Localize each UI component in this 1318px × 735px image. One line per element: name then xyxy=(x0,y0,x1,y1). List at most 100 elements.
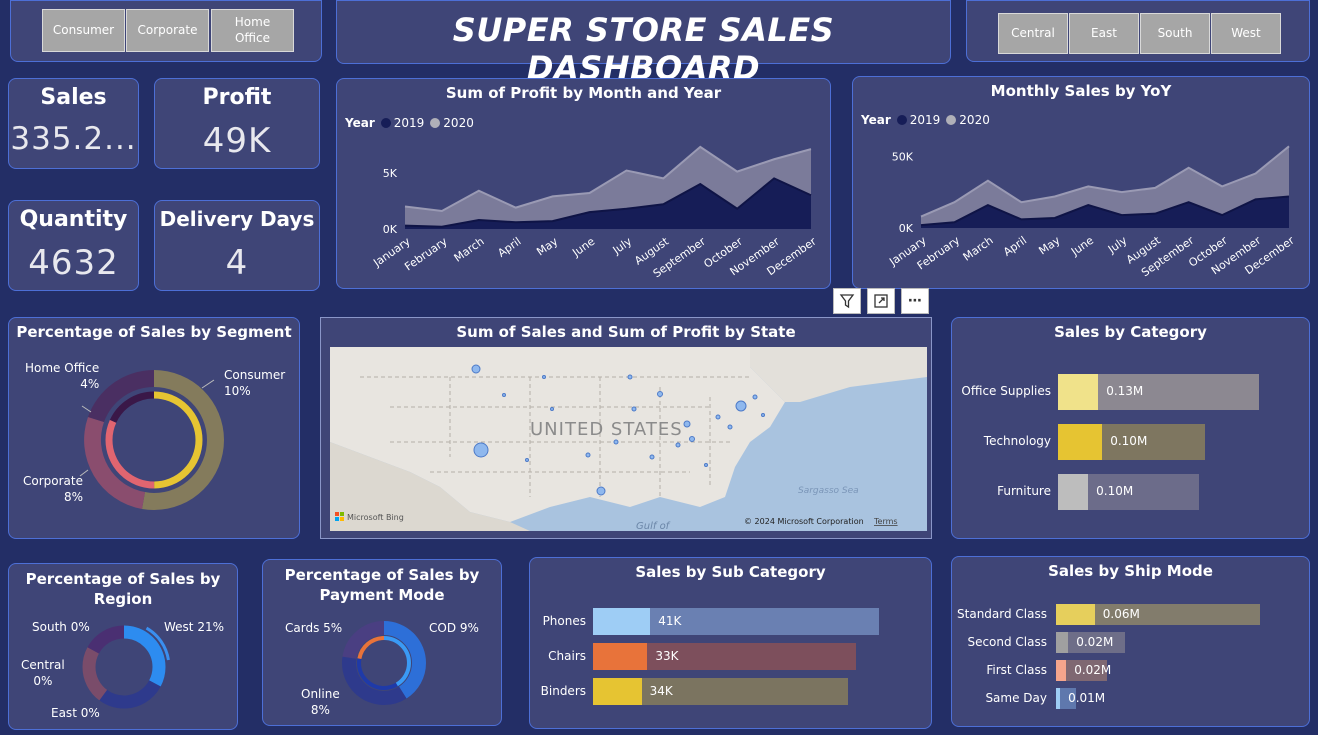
subcategory-chart-title: Sales by Sub Category xyxy=(635,563,826,581)
kpi-delivery-value: 4 xyxy=(225,243,249,283)
map-bubble[interactable] xyxy=(471,364,481,374)
bar-fill[interactable] xyxy=(593,643,648,670)
map-bing-label: Microsoft Bing xyxy=(347,513,404,522)
bar-category-label: Second Class xyxy=(967,634,1047,649)
region-west-button[interactable]: West xyxy=(1211,13,1281,54)
bar-value-label: 0.02M xyxy=(1074,662,1112,677)
segment-donut-chart xyxy=(79,370,224,511)
bar-category-label: Technology xyxy=(983,434,1051,448)
map-bubble[interactable] xyxy=(585,452,591,458)
map-bubble[interactable] xyxy=(473,442,489,458)
filter-icon[interactable] xyxy=(833,288,861,314)
segment-corporate-button[interactable]: Corporate xyxy=(126,9,209,52)
map-country-label: UNITED STATES xyxy=(530,419,683,440)
focus-mode-icon[interactable] xyxy=(867,288,895,314)
segment-home-office-button[interactable]: Home Office xyxy=(211,9,294,52)
region-south-button[interactable]: South xyxy=(1140,13,1210,54)
x-tick-label: April xyxy=(1001,234,1029,259)
bar-value-label: 41K xyxy=(658,613,682,628)
region-label-south: South 0% xyxy=(32,620,90,634)
bar-value-label: 0.10M xyxy=(1096,484,1134,498)
map-bubble[interactable] xyxy=(631,406,637,412)
bar-fill[interactable] xyxy=(1058,374,1099,410)
segment-leader-line xyxy=(81,405,92,413)
sales-by-shipmode-panel: Sales by Ship Mode Standard Class 0.06M Se… xyxy=(951,556,1310,727)
bar-category-label: Same Day xyxy=(985,690,1047,705)
kpi-quantity-value: 4632 xyxy=(28,243,119,283)
map-bubble[interactable] xyxy=(613,439,619,445)
bar-fill[interactable] xyxy=(1056,688,1061,709)
bar-fill[interactable] xyxy=(1058,474,1089,510)
map-bubble[interactable] xyxy=(596,486,606,496)
kpi-sales-card: Sales 335.2... xyxy=(8,78,139,169)
y-tick-label: 5K xyxy=(383,167,398,180)
map-bubble[interactable] xyxy=(525,458,529,462)
state-map-panel[interactable]: Sum of Sales and Sum of Profit by State … xyxy=(320,317,932,539)
x-tick-label: July xyxy=(610,235,635,258)
y-tick-label: 50K xyxy=(892,150,914,163)
segment-donut-panel: Percentage of Sales by Segment Consumer 1… xyxy=(8,317,300,539)
map-bubble[interactable] xyxy=(683,420,691,428)
region-donut-chart xyxy=(77,620,171,714)
bar-value-label: 0.10M xyxy=(1110,434,1148,448)
map-bubble[interactable] xyxy=(735,400,747,412)
region-label-central: Central 0% xyxy=(21,658,65,688)
kpi-profit-value: 49K xyxy=(202,121,272,161)
x-tick-label: March xyxy=(452,235,487,265)
segment-consumer-outer xyxy=(142,370,224,511)
region-central-button[interactable]: Central xyxy=(998,13,1068,54)
bar-fill[interactable] xyxy=(1058,424,1103,460)
bar-fill[interactable] xyxy=(1056,632,1069,653)
bar-value-label: 0.01M xyxy=(1068,690,1106,705)
bar-category-label: Office Supplies xyxy=(961,384,1051,398)
bar-category-label: Chairs xyxy=(548,648,586,663)
payment-label-cards: Cards 5% xyxy=(285,621,343,635)
map-bubble[interactable] xyxy=(761,413,765,417)
y-tick-label: 0K xyxy=(383,223,398,236)
bar-fill[interactable] xyxy=(1056,660,1067,681)
us-map[interactable]: UNITED STATES Gulf of Sargasso Sea Micro… xyxy=(330,347,927,531)
map-bubble[interactable] xyxy=(752,394,758,400)
x-tick-label: July xyxy=(1105,234,1130,257)
map-bubble[interactable] xyxy=(649,454,655,460)
payment-donut-panel: Percentage of Sales by Payment Mode Cards… xyxy=(262,559,502,726)
bar-fill[interactable] xyxy=(593,608,651,635)
sales-by-category-panel: Sales by Category Office Supplies 0.13M Te… xyxy=(951,317,1310,539)
map-bubble[interactable] xyxy=(675,442,681,448)
map-bubble[interactable] xyxy=(727,424,733,430)
segment-leader-line xyxy=(201,379,215,389)
x-tick-label: February xyxy=(402,235,450,274)
map-bubble[interactable] xyxy=(502,393,506,397)
x-tick-label: April xyxy=(495,235,523,260)
bar-fill[interactable] xyxy=(593,678,642,705)
map-bubble[interactable] xyxy=(627,374,633,380)
region-east-button[interactable]: East xyxy=(1069,13,1139,54)
region-donut-panel: Percentage of Sales by Region South 0% We… xyxy=(8,563,238,730)
kpi-quantity-label: Quantity xyxy=(19,207,128,232)
map-bubble[interactable] xyxy=(657,391,663,397)
map-gulf-label: Gulf of xyxy=(636,521,671,531)
map-bubble[interactable] xyxy=(715,414,721,420)
map-title: Sum of Sales and Sum of Profit by State xyxy=(456,323,796,341)
more-options-icon[interactable]: ⋯ xyxy=(901,288,929,314)
kpi-sales-value: 335.2... xyxy=(10,121,137,157)
bar-category-label: Furniture xyxy=(997,484,1051,498)
kpi-profit-card: Profit 49K xyxy=(154,78,320,169)
map-bubble[interactable] xyxy=(550,407,554,411)
bar-category-label: Phones xyxy=(542,613,586,628)
kpi-delivery-label: Delivery Days xyxy=(159,207,315,231)
segment-consumer-button[interactable]: Consumer xyxy=(42,9,125,52)
profit-by-month-panel: Sum of Profit by Month and Year Year 201… xyxy=(336,78,831,289)
map-terms-link[interactable]: Terms xyxy=(873,517,898,526)
bar-value-label: 34K xyxy=(649,683,673,698)
monthly-sales-yoy-panel: Monthly Sales by YoY Year 2019 2020 50K 0… xyxy=(852,76,1310,289)
map-bubble[interactable] xyxy=(689,436,695,442)
segment-label-consumer: Consumer 10% xyxy=(224,368,286,398)
bar-category-label: Standard Class xyxy=(957,606,1047,621)
bar-fill[interactable] xyxy=(1056,604,1095,625)
map-bubble[interactable] xyxy=(542,375,546,379)
bar-value-label: 0.02M xyxy=(1076,634,1114,649)
map-bubble[interactable] xyxy=(704,463,708,467)
kpi-profit-label: Profit xyxy=(202,85,272,110)
map-copyright: © 2024 Microsoft Corporation xyxy=(744,517,864,526)
